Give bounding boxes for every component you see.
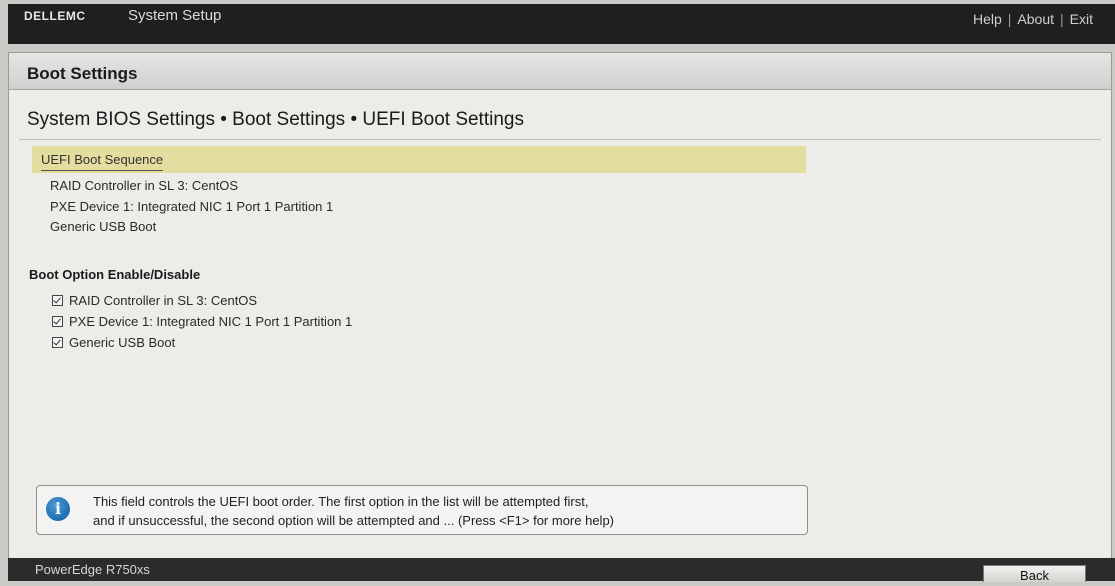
boot-option-pxe[interactable]: PXE Device 1: Integrated NIC 1 Port 1 Pa… bbox=[52, 314, 352, 329]
divider bbox=[19, 139, 1101, 140]
system-model: PowerEdge R750xs bbox=[35, 562, 150, 577]
exit-link[interactable]: Exit bbox=[1070, 11, 1093, 27]
uefi-boot-sequence-field[interactable]: UEFI Boot Sequence bbox=[32, 146, 806, 173]
help-text-line: and if unsuccessful, the second option w… bbox=[93, 513, 615, 528]
app-title: System Setup bbox=[128, 7, 222, 24]
help-box: i This field controls the UEFI boot orde… bbox=[36, 485, 808, 535]
help-text-line: This field controls the UEFI boot order.… bbox=[93, 494, 589, 509]
page-title: Boot Settings bbox=[27, 64, 138, 83]
boot-sequence-item: RAID Controller in SL 3: CentOS bbox=[50, 178, 239, 193]
boot-option-label: Generic USB Boot bbox=[69, 335, 176, 350]
boot-option-section-title: Boot Option Enable/Disable bbox=[29, 267, 201, 282]
breadcrumb: System BIOS Settings • Boot Settings • U… bbox=[27, 109, 524, 130]
boot-option-raid[interactable]: RAID Controller in SL 3: CentOS bbox=[52, 293, 257, 308]
info-icon: i bbox=[46, 497, 70, 521]
checkbox-checked-icon[interactable] bbox=[52, 337, 63, 348]
footer-bar: PowerEdge R750xs Back bbox=[8, 558, 1115, 583]
page-heading-bar: Boot Settings bbox=[9, 53, 1111, 90]
uefi-boot-sequence-label: UEFI Boot Sequence bbox=[41, 152, 164, 171]
boot-sequence-item: Generic USB Boot bbox=[50, 219, 157, 234]
checkbox-checked-icon[interactable] bbox=[52, 295, 63, 306]
back-button[interactable]: Back bbox=[983, 565, 1086, 583]
top-links: Help | About | Exit bbox=[973, 11, 1093, 27]
link-separator: | bbox=[1007, 11, 1012, 27]
boot-option-usb[interactable]: Generic USB Boot bbox=[52, 335, 175, 350]
top-bar: DELLEMC System Setup Help | About | Exit bbox=[8, 4, 1115, 44]
boot-sequence-item: PXE Device 1: Integrated NIC 1 Port 1 Pa… bbox=[50, 199, 334, 214]
help-link[interactable]: Help bbox=[973, 11, 1002, 27]
about-link[interactable]: About bbox=[1017, 11, 1054, 27]
checkbox-checked-icon[interactable] bbox=[52, 316, 63, 327]
main-panel: Boot Settings System BIOS Settings • Boo… bbox=[8, 52, 1112, 562]
boot-option-label: PXE Device 1: Integrated NIC 1 Port 1 Pa… bbox=[69, 314, 353, 329]
boot-option-label: RAID Controller in SL 3: CentOS bbox=[69, 293, 258, 308]
link-separator: | bbox=[1060, 11, 1064, 27]
dell-emc-logo: DELLEMC bbox=[24, 9, 86, 23]
